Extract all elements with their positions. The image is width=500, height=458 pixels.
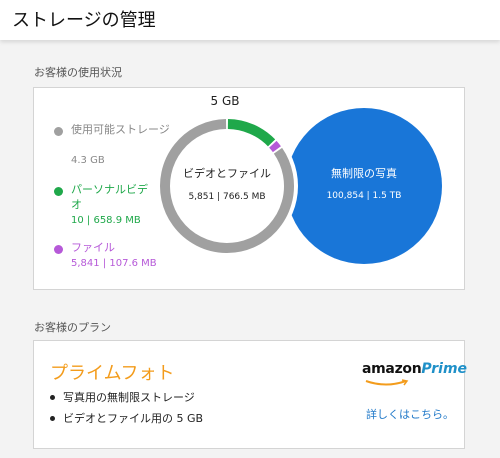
prime-logo-text: Prime	[421, 361, 468, 377]
main-content: お客様の使用状況 使用可能ストレージ 4.3 GB パーソナルビデ オ 10 |…	[0, 40, 500, 458]
ring-center-title: ビデオとファイル	[183, 166, 271, 180]
usage-card: 使用可能ストレージ 4.3 GB パーソナルビデ オ 10 | 658.9 MB…	[33, 87, 465, 290]
amazon-prime-logo: amazonPrime	[362, 361, 467, 377]
amazon-logo-text: amazon	[362, 361, 422, 377]
plan-feature-text: 写真用の無制限ストレージ	[63, 391, 195, 404]
unlimited-value: 100,854 | 1.5 TB	[327, 191, 402, 201]
plan-card: プライムフォト 写真用の無制限ストレージ ビデオとファイル用の 5 GB ama…	[33, 340, 467, 449]
app-header: ストレージの管理	[0, 0, 500, 40]
learn-more-link[interactable]: 詳しくはこちら。	[366, 406, 454, 422]
unlimited-photos-circle	[286, 108, 442, 264]
plan-feature-text: ビデオとファイル用の 5 GB	[63, 412, 204, 425]
bullet-icon	[50, 394, 55, 400]
storage-chart: 5 GB ビデオとファイル 5,851 | 766.5 MB 無制限の写真 10…	[156, 94, 442, 264]
plan-section-label: お客様のプラン	[34, 321, 111, 334]
ring-total-label: 5 GB	[211, 94, 240, 108]
plan-feature: 写真用の無制限ストレージ	[50, 389, 195, 405]
ring-background	[156, 115, 298, 257]
unlimited-title: 無制限の写真	[331, 166, 397, 180]
ring-center-value: 5,851 | 766.5 MB	[188, 192, 265, 202]
bullet-icon	[50, 415, 55, 421]
ring-arc-files	[269, 140, 281, 153]
plan-feature: ビデオとファイル用の 5 GB	[50, 410, 203, 426]
amazon-smile-icon	[365, 379, 409, 386]
usage-section-label: お客様の使用状況	[34, 66, 122, 79]
page-title: ストレージの管理	[12, 10, 156, 31]
plan-title: プライムフォト	[50, 363, 175, 384]
